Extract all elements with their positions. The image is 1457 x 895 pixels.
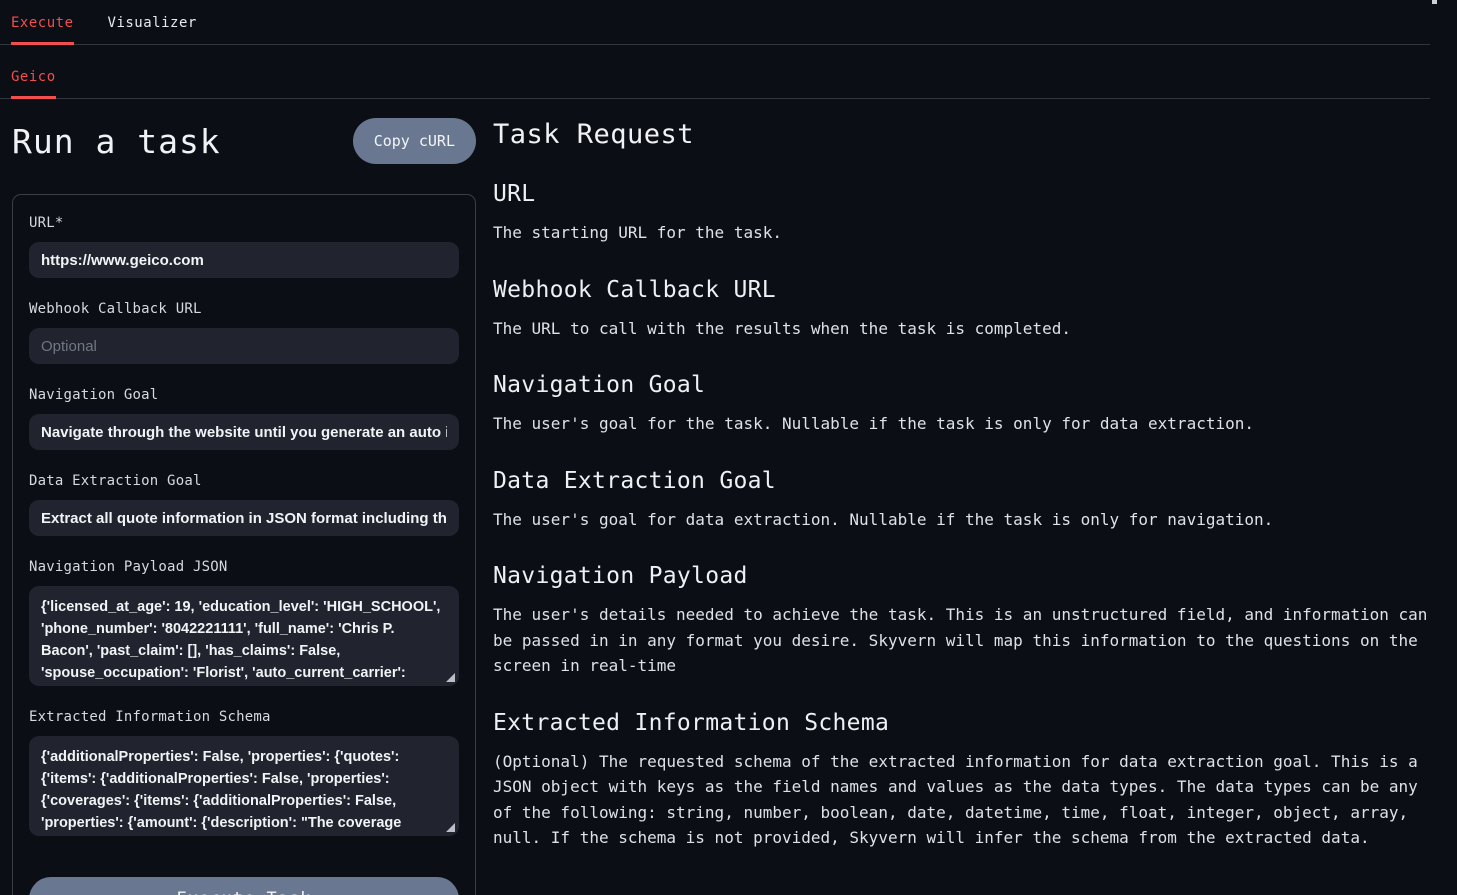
url-label: URL* <box>29 215 459 231</box>
extracted-schema-field-group: Extracted Information Schema {'additiona… <box>29 709 459 836</box>
doc-body-extracted-schema: (Optional) The requested schema of the e… <box>493 749 1430 851</box>
doc-body-navigation-goal: The user's goal for the task. Nullable i… <box>493 411 1430 437</box>
webhook-label: Webhook Callback URL <box>29 301 459 317</box>
docs-panel: Task Request URL The starting URL for th… <box>493 99 1430 851</box>
docs-title: Task Request <box>493 119 1430 150</box>
navigation-payload-wrapper: {'licensed_at_age': 19, 'education_level… <box>29 586 459 686</box>
navigation-payload-textarea[interactable]: {'licensed_at_age': 19, 'education_level… <box>29 586 459 686</box>
navigation-goal-input[interactable] <box>29 414 459 450</box>
doc-body-navigation-payload: The user's details needed to achieve the… <box>493 602 1430 679</box>
task-form-panel: Run a task Copy cURL URL* Webhook Callba… <box>12 99 476 895</box>
data-extraction-goal-input[interactable] <box>29 500 459 536</box>
resize-handle-icon[interactable] <box>446 823 455 832</box>
doc-body-data-extraction-goal: The user's goal for data extraction. Nul… <box>493 507 1430 533</box>
execute-task-button[interactable]: Execute Task <box>29 877 459 895</box>
doc-heading-navigation-payload: Navigation Payload <box>493 563 1430 589</box>
navigation-goal-field-group: Navigation Goal <box>29 387 459 450</box>
url-input[interactable] <box>29 242 459 278</box>
page-title: Run a task <box>12 122 221 161</box>
url-field-group: URL* <box>29 215 459 278</box>
tab-visualizer[interactable]: Visualizer <box>108 15 197 44</box>
doc-heading-url: URL <box>493 181 1430 207</box>
main-content: Run a task Copy cURL URL* Webhook Callba… <box>0 99 1457 895</box>
copy-curl-button[interactable]: Copy cURL <box>353 118 476 164</box>
main-tab-bar: Execute Visualizer <box>0 0 1430 45</box>
task-form-card: URL* Webhook Callback URL Navigation Goa… <box>12 194 476 895</box>
resize-handle-icon[interactable] <box>446 673 455 682</box>
doc-body-url: The starting URL for the task. <box>493 220 1430 246</box>
sub-tab-bar: Geico <box>0 45 1430 99</box>
doc-body-webhook: The URL to call with the results when th… <box>493 316 1430 342</box>
doc-heading-extracted-schema: Extracted Information Schema <box>493 710 1430 736</box>
data-extraction-goal-label: Data Extraction Goal <box>29 473 459 489</box>
navigation-goal-label: Navigation Goal <box>29 387 459 403</box>
subtab-geico[interactable]: Geico <box>11 69 56 98</box>
extracted-schema-label: Extracted Information Schema <box>29 709 459 725</box>
doc-heading-data-extraction-goal: Data Extraction Goal <box>493 468 1430 494</box>
scrollbar-thumb[interactable] <box>1432 0 1437 4</box>
extracted-schema-wrapper: {'additionalProperties': False, 'propert… <box>29 736 459 836</box>
navigation-payload-label: Navigation Payload JSON <box>29 559 459 575</box>
extracted-schema-textarea[interactable]: {'additionalProperties': False, 'propert… <box>29 736 459 836</box>
tab-execute[interactable]: Execute <box>11 15 74 44</box>
webhook-input[interactable] <box>29 328 459 364</box>
form-header: Run a task Copy cURL <box>12 118 476 164</box>
navigation-payload-field-group: Navigation Payload JSON {'licensed_at_ag… <box>29 559 459 686</box>
doc-heading-webhook: Webhook Callback URL <box>493 277 1430 303</box>
webhook-field-group: Webhook Callback URL <box>29 301 459 364</box>
data-extraction-goal-field-group: Data Extraction Goal <box>29 473 459 536</box>
doc-heading-navigation-goal: Navigation Goal <box>493 372 1430 398</box>
